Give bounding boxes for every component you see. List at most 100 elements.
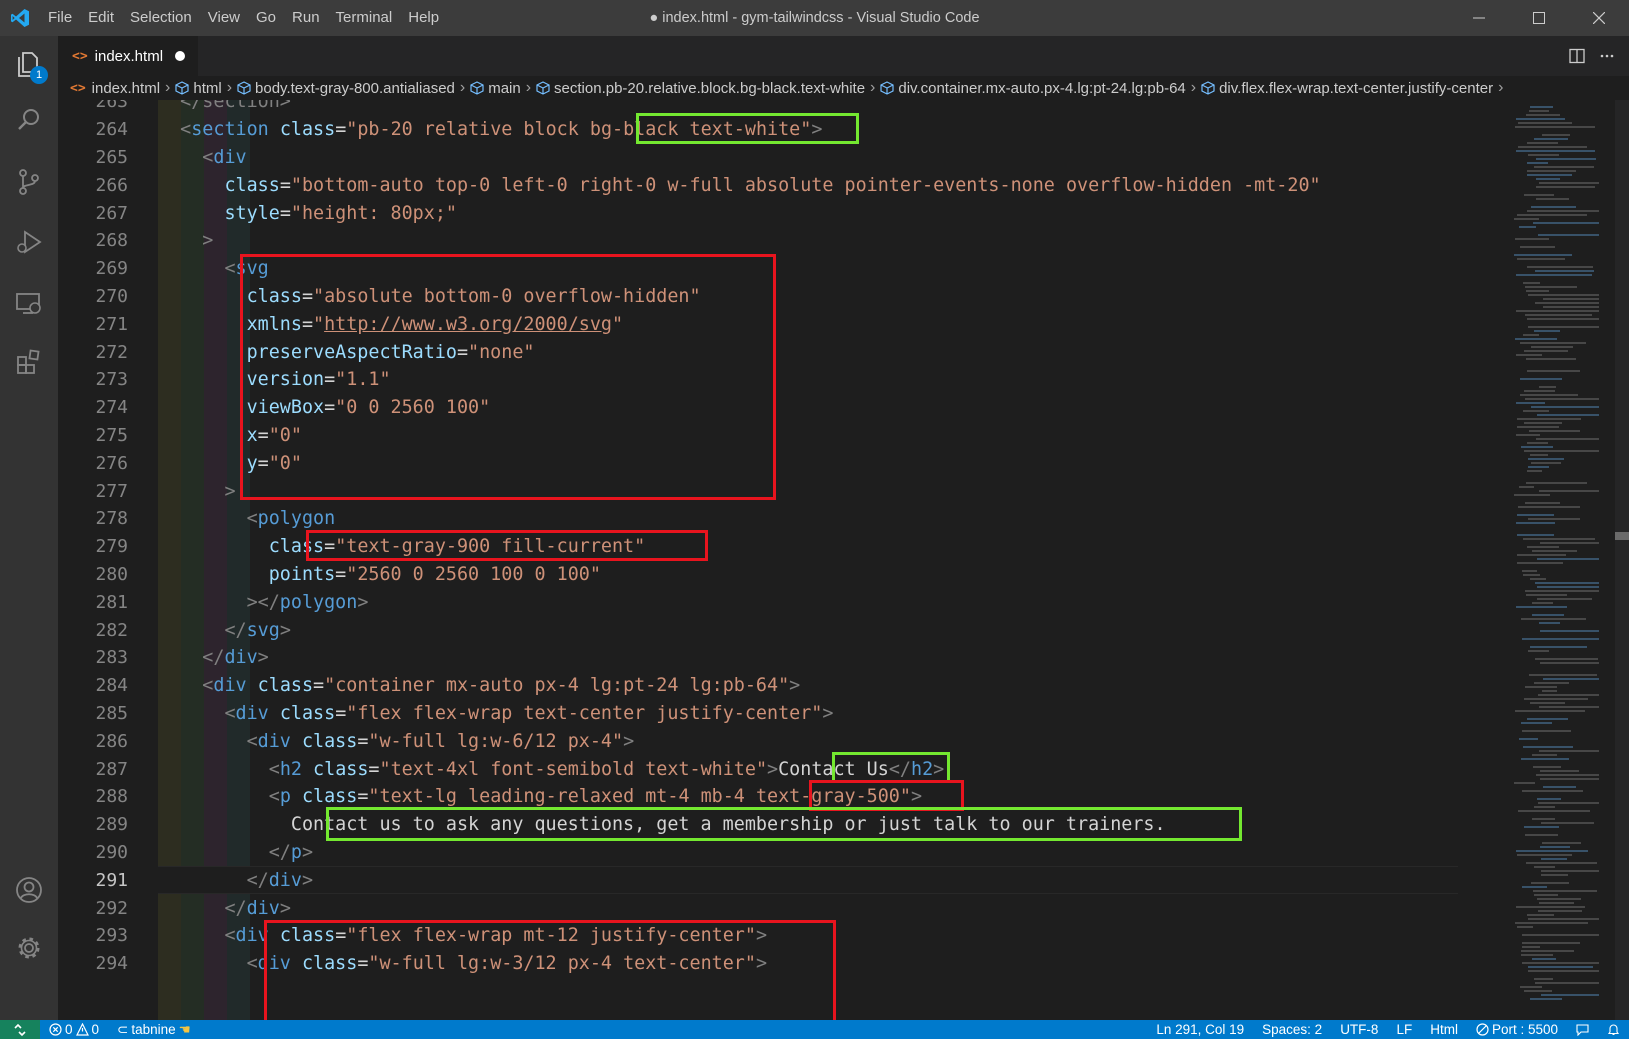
explorer-button[interactable]: 1 — [0, 36, 58, 92]
minimap-line — [1535, 658, 1598, 660]
symbol-cube-icon — [1201, 81, 1215, 95]
minimap-line — [1524, 422, 1562, 424]
code-content: </section> <section class="pb-20 relativ… — [158, 100, 1498, 1020]
code-line-275: x="0" — [246, 425, 302, 446]
encoding[interactable]: UTF-8 — [1331, 1020, 1387, 1039]
breadcrumb-section[interactable]: section.pb-20.relative.block.bg-black.te… — [536, 80, 865, 97]
line-number: 266 — [95, 175, 128, 196]
maximize-button[interactable] — [1509, 0, 1569, 36]
minimap-line — [1517, 258, 1565, 260]
minimap-line — [1540, 662, 1599, 664]
tabnine-button[interactable]: ⊂ tabnine ☚ — [108, 1020, 200, 1039]
hand-icon: ☚ — [178, 1022, 191, 1037]
minimap-line — [1527, 210, 1599, 212]
minimap-line — [1532, 818, 1555, 820]
menu-terminal[interactable]: Terminal — [328, 0, 401, 36]
minimap[interactable] — [1504, 100, 1629, 1020]
line-number: 269 — [95, 258, 128, 279]
minimap-line — [1527, 170, 1576, 172]
live-server-port[interactable]: Port : 5500 — [1467, 1020, 1567, 1039]
minimap-line — [1528, 466, 1549, 468]
line-number: 290 — [95, 842, 128, 863]
code-line-293: <div class="flex flex-wrap mt-12 justify… — [224, 925, 768, 946]
manage-button[interactable] — [0, 920, 58, 976]
minimap-line — [1532, 614, 1564, 616]
minimap-line — [1521, 446, 1553, 448]
minimap-line — [1530, 646, 1587, 648]
minimap-line — [1514, 254, 1572, 256]
run-debug-button[interactable] — [0, 214, 58, 270]
search-button[interactable] — [0, 92, 58, 148]
breadcrumb-body[interactable]: body.text-gray-800.antialiased — [237, 80, 455, 97]
remote-indicator-button[interactable] — [0, 1020, 40, 1039]
problems-button[interactable]: 0 0 — [40, 1020, 108, 1039]
more-actions-icon[interactable] — [1599, 48, 1615, 64]
chevron-right-icon: › — [1190, 79, 1197, 96]
minimap-line — [1530, 454, 1548, 456]
minimap-line — [1524, 350, 1568, 352]
indentation[interactable]: Spaces: 2 — [1253, 1020, 1331, 1039]
menu-run[interactable]: Run — [284, 0, 328, 36]
remote-explorer-button[interactable] — [0, 276, 58, 332]
minimap-line — [1536, 158, 1596, 160]
notifications-button[interactable] — [1598, 1023, 1629, 1036]
minimap-line — [1515, 338, 1557, 340]
tab-index-html[interactable]: <> index.html — [58, 36, 198, 76]
chevron-right-icon: › — [1498, 79, 1504, 96]
cursor-position[interactable]: Ln 291, Col 19 — [1147, 1020, 1253, 1039]
minimap-line — [1516, 906, 1585, 908]
menu-file[interactable]: File — [40, 0, 80, 36]
minimize-button[interactable] — [1449, 0, 1509, 36]
source-control-button[interactable] — [0, 154, 58, 210]
menu-help[interactable]: Help — [400, 0, 447, 36]
minimap-line — [1522, 934, 1599, 936]
remote-icon — [14, 1023, 26, 1036]
unsaved-dot-icon[interactable] — [175, 51, 186, 61]
code-line-294: <div class="w-full lg:w-3/12 px-4 text-c… — [246, 953, 768, 974]
code-line-272: preserveAspectRatio="none" — [246, 342, 535, 363]
menu-selection[interactable]: Selection — [122, 0, 200, 36]
extensions-button[interactable] — [0, 334, 58, 390]
feedback-icon — [1576, 1024, 1589, 1036]
minimap-line — [1527, 470, 1542, 472]
breadcrumb-flex[interactable]: div.flex.flex-wrap.text-center.justify-c… — [1201, 80, 1493, 97]
account-button[interactable] — [0, 862, 58, 918]
menu-view[interactable]: View — [200, 0, 248, 36]
minimap-line — [1517, 426, 1559, 428]
breadcrumb-file[interactable]: <> index.html — [70, 80, 160, 97]
breadcrumb-container[interactable]: div.container.mx-auto.px-4.lg:pt-24.lg:p… — [880, 80, 1186, 97]
line-number: 279 — [95, 536, 128, 557]
minimap-line — [1537, 414, 1599, 416]
line-number: 273 — [95, 369, 128, 390]
minimap-line — [1524, 826, 1559, 828]
line-number: 287 — [95, 759, 128, 780]
menu-go[interactable]: Go — [248, 0, 284, 36]
menu-edit[interactable]: Edit — [80, 0, 122, 36]
minimap-line — [1527, 162, 1548, 164]
minimap-line — [1517, 534, 1554, 536]
feedback-button[interactable] — [1567, 1023, 1598, 1036]
minimap-line — [1527, 718, 1568, 720]
breadcrumb-main[interactable]: main — [470, 80, 521, 97]
code-line-268: > — [202, 230, 214, 251]
chevron-right-icon: › — [525, 79, 532, 96]
split-editor-icon[interactable] — [1569, 48, 1585, 64]
minimap-line — [1541, 994, 1599, 996]
language-mode[interactable]: Html — [1421, 1020, 1467, 1039]
minimap-line — [1534, 978, 1553, 980]
minimap-line — [1539, 902, 1574, 904]
search-icon — [18, 109, 39, 130]
end-of-line[interactable]: LF — [1387, 1020, 1421, 1039]
close-button[interactable] — [1569, 0, 1629, 36]
line-number: 289 — [95, 814, 128, 835]
scrollbar-thumb[interactable] — [1615, 532, 1629, 540]
code-line-263: </section> — [180, 100, 291, 112]
code-editor[interactable]: 263 264 265 266 267 268 269 270 271 272 273 274 275 2… — [58, 100, 1629, 1020]
minimap-line — [1534, 330, 1560, 332]
line-number: 268 — [95, 230, 128, 251]
xmlns-link[interactable]: http://www.w3.org/2000/svg — [324, 314, 612, 335]
line-number: 267 — [95, 203, 128, 224]
scrollbar-track[interactable] — [1615, 100, 1629, 1020]
breadcrumb-html[interactable]: html — [175, 80, 222, 97]
symbol-cube-icon — [470, 81, 484, 95]
